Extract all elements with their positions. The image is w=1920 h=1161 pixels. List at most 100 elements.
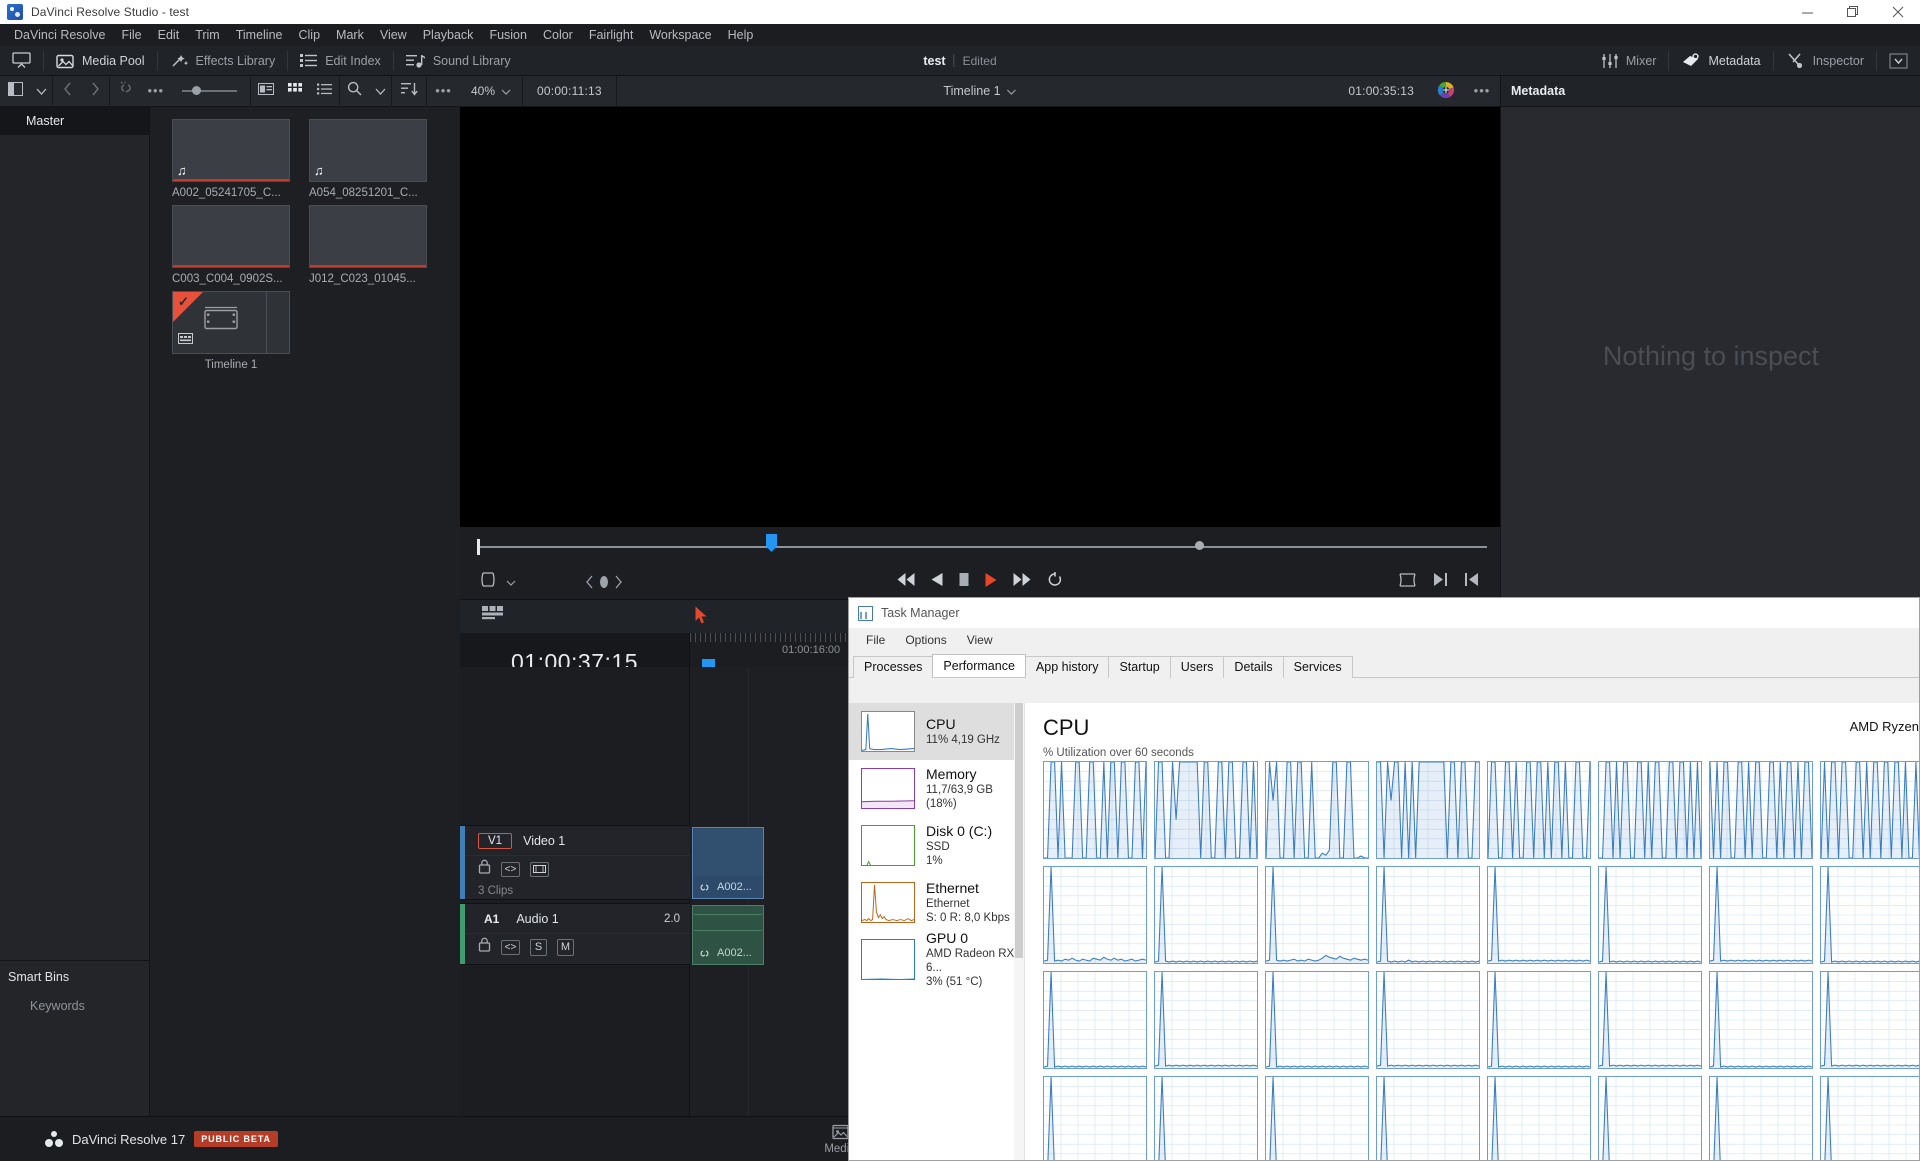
panel-toggle-dropdown[interactable] xyxy=(31,76,52,107)
menu-trim[interactable]: Trim xyxy=(187,26,228,44)
resource-item-gpu[interactable]: GPU 0 AMD Radeon RX 6... 3% (51 °C) xyxy=(849,930,1024,988)
tab-users[interactable]: Users xyxy=(1169,656,1225,678)
tm-menu-options[interactable]: Options xyxy=(896,631,955,649)
media-pool-item-timeline[interactable]: ✓ Timeline 1 xyxy=(172,291,290,371)
nav-forward-button[interactable] xyxy=(81,76,109,107)
timeline-thumbnail[interactable]: ✓ xyxy=(172,291,290,354)
task-manager-window[interactable]: Task Manager File Options View Processes… xyxy=(848,597,1920,1161)
close-icon[interactable] xyxy=(1875,0,1920,24)
color-wheel-button[interactable] xyxy=(1428,76,1464,107)
unlink-button[interactable] xyxy=(110,76,142,107)
menu-fusion[interactable]: Fusion xyxy=(481,26,535,44)
jump-to-start-icon[interactable] xyxy=(897,573,915,591)
viewer-timecode-out[interactable]: 01:00:35:13 xyxy=(1334,76,1428,107)
mixer-button[interactable]: Mixer xyxy=(1589,46,1669,76)
thumbnail-zoom-slider[interactable] xyxy=(170,76,250,107)
maximize-icon[interactable] xyxy=(1830,0,1875,24)
scrollbar-thumb[interactable] xyxy=(1015,703,1023,958)
prev-edit-icon[interactable] xyxy=(1465,573,1478,591)
tab-services[interactable]: Services xyxy=(1282,656,1353,678)
resource-list-scrollbar[interactable] xyxy=(1014,703,1024,1160)
resource-item-disk[interactable]: Disk 0 (C:) SSD 1% xyxy=(849,817,1024,874)
chevron-down-icon[interactable] xyxy=(506,573,516,591)
grid-view-button[interactable] xyxy=(280,76,310,107)
smart-bins-label[interactable]: Smart Bins xyxy=(0,970,150,984)
monitor-button[interactable] xyxy=(0,46,43,76)
media-pool-item[interactable]: ♫ A002_05241705_C... xyxy=(172,119,290,199)
scrubber-marker[interactable] xyxy=(1195,541,1204,550)
timeline-clip-audio[interactable]: A002... xyxy=(692,905,764,965)
play-reverse-icon[interactable] xyxy=(931,573,943,591)
media-pool-item[interactable]: J012_C023_01045... xyxy=(309,205,427,285)
thumbnail-icon[interactable] xyxy=(530,861,549,877)
tab-details[interactable]: Details xyxy=(1223,656,1284,678)
menu-timeline[interactable]: Timeline xyxy=(228,26,291,44)
menu-clip[interactable]: Clip xyxy=(291,26,329,44)
menu-view[interactable]: View xyxy=(372,26,415,44)
menu-file[interactable]: File xyxy=(113,26,149,44)
sound-library-button[interactable]: Sound Library xyxy=(394,46,523,76)
list-view-button[interactable] xyxy=(310,76,340,107)
stop-icon[interactable] xyxy=(959,573,969,591)
menu-color[interactable]: Color xyxy=(535,26,581,44)
menu-help[interactable]: Help xyxy=(720,26,762,44)
fit-icon[interactable] xyxy=(1399,572,1416,592)
resource-item-cpu[interactable]: CPU 11% 4,19 GHz xyxy=(849,703,1024,760)
zoom-slider-knob[interactable] xyxy=(192,86,202,95)
menu-edit[interactable]: Edit xyxy=(150,26,188,44)
expand-panel-button[interactable] xyxy=(1877,46,1920,76)
viewer-source-selector[interactable]: Timeline 1 xyxy=(943,84,1017,98)
auto-select-icon[interactable]: <> xyxy=(501,861,520,877)
edit-index-button[interactable]: Edit Index xyxy=(288,46,393,76)
sort-button[interactable] xyxy=(392,76,426,107)
media-pool-item[interactable]: ♫ A054_08251201_C... xyxy=(309,119,427,199)
clip-thumbnail[interactable]: ♫ xyxy=(172,119,290,182)
tab-startup[interactable]: Startup xyxy=(1108,656,1171,678)
mute-button[interactable]: M xyxy=(557,938,574,956)
viewer-options-button[interactable]: ••• xyxy=(1464,76,1500,107)
metadata-view-button[interactable] xyxy=(251,76,281,107)
viewer-canvas[interactable] xyxy=(460,107,1500,527)
menu-playback[interactable]: Playback xyxy=(415,26,482,44)
timeline-view-icon[interactable] xyxy=(460,606,504,627)
nav-back-button[interactable] xyxy=(53,76,81,107)
lock-icon[interactable] xyxy=(478,937,491,957)
panel-toggle-button[interactable] xyxy=(0,76,31,107)
menu-mark[interactable]: Mark xyxy=(328,26,372,44)
pool-options-button[interactable]: ••• xyxy=(427,76,460,107)
track-header-a1[interactable]: A1 Audio 1 2.0 <> S M xyxy=(460,903,690,965)
auto-select-icon[interactable]: <> xyxy=(501,939,520,955)
resource-item-ethernet[interactable]: Ethernet Ethernet S: 0 R: 8,0 Kbps xyxy=(849,874,1024,931)
solo-button[interactable]: S xyxy=(530,938,547,956)
search-dropdown[interactable] xyxy=(370,76,391,107)
tab-performance[interactable]: Performance xyxy=(932,654,1026,677)
pool-more-options-button[interactable]: ••• xyxy=(142,76,170,107)
menu-workspace[interactable]: Workspace xyxy=(641,26,719,44)
frame-icon[interactable] xyxy=(480,572,496,592)
minimize-icon[interactable] xyxy=(1785,0,1830,24)
clip-thumbnail[interactable] xyxy=(172,205,290,268)
timeline-playhead[interactable] xyxy=(702,659,715,667)
resource-item-memory[interactable]: Memory 11,7/63,9 GB (18%) xyxy=(849,760,1024,817)
play-icon[interactable] xyxy=(985,572,997,592)
scrubber-playhead[interactable] xyxy=(766,534,777,552)
tab-app-history[interactable]: App history xyxy=(1024,656,1110,678)
effects-library-button[interactable]: Effects Library xyxy=(158,46,288,76)
track-header-v1[interactable]: V1 Video 1 <> 3 Clips xyxy=(460,825,690,900)
viewer-timecode-in[interactable]: 00:00:11:13 xyxy=(523,76,616,107)
menu-davinci-resolve[interactable]: DaVinci Resolve xyxy=(6,26,113,44)
clip-thumbnail[interactable] xyxy=(309,205,427,268)
next-edit-icon[interactable] xyxy=(1434,573,1447,591)
lock-icon[interactable] xyxy=(478,859,491,879)
track-a1-id[interactable]: A1 xyxy=(478,912,499,926)
clip-thumbnail[interactable]: ♫ xyxy=(309,119,427,182)
track-v1-id[interactable]: V1 xyxy=(478,832,513,849)
tm-menu-file[interactable]: File xyxy=(857,631,894,649)
search-button[interactable] xyxy=(340,76,370,107)
inspector-button[interactable]: Inspector xyxy=(1774,46,1876,76)
jump-to-end-icon[interactable] xyxy=(1013,573,1031,591)
media-pool-button[interactable]: Media Pool xyxy=(44,46,157,76)
menu-fairlight[interactable]: Fairlight xyxy=(581,26,641,44)
timeline-clip-video[interactable]: A002... xyxy=(692,827,764,899)
bin-master[interactable]: Master xyxy=(0,107,149,135)
